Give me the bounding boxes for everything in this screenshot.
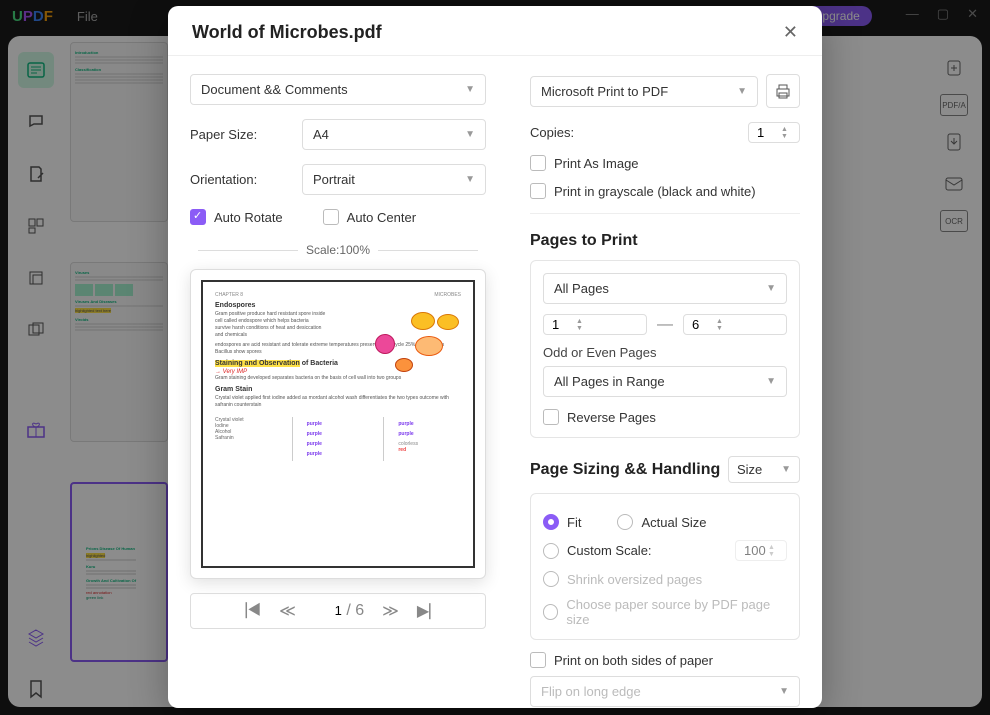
scale-label: Scale:100% [190,243,486,257]
oddeven-select[interactable]: All Pages in Range▼ [543,366,787,397]
copies-input[interactable]: ▲▼ [748,122,800,143]
reverse-checkbox[interactable] [543,409,559,425]
size-mode-select[interactable]: Size▼ [728,456,800,483]
auto-rotate-checkbox[interactable] [190,209,206,225]
page-to-input[interactable]: ▲▼ [683,314,787,335]
page-preview: CHAPTER 8MICROBES Endospores Gram positi… [190,269,486,579]
page-from-input[interactable]: ▲▼ [543,314,647,335]
close-icon[interactable]: ✕ [783,22,798,43]
paper-size-select[interactable]: A4▼ [302,119,486,150]
pages-select[interactable]: All Pages▼ [543,273,787,304]
grayscale-checkbox[interactable] [530,183,546,199]
print-what-select[interactable]: Document && Comments▼ [190,74,486,105]
pager: ⎹◀ ≪ / 6 ≫ ▶⎸ [190,593,486,629]
dialog-title: World of Microbes.pdf [192,22,382,43]
flip-select: Flip on long edge▼ [530,676,800,707]
prev-page-icon[interactable]: ≪ [279,601,296,621]
choose-source-radio [543,604,558,620]
both-sides-checkbox[interactable] [530,652,546,668]
copies-label: Copies: [530,125,630,140]
orientation-select[interactable]: Portrait▼ [302,164,486,195]
custom-scale-input[interactable]: ▲▼ [735,540,787,561]
pages-section-title: Pages to Print [530,232,800,250]
printer-properties-icon[interactable] [766,74,800,108]
actual-size-radio[interactable] [617,514,633,530]
sizing-section-title: Page Sizing && Handling [530,461,720,479]
last-page-icon[interactable]: ▶⎸ [417,601,445,621]
paper-size-label: Paper Size: [190,127,290,142]
page-input[interactable] [314,603,342,618]
first-page-icon[interactable]: ⎹◀ [231,602,261,620]
fit-radio[interactable] [543,514,559,530]
next-page-icon[interactable]: ≫ [382,601,399,621]
auto-center-checkbox[interactable] [323,209,339,225]
print-dialog: World of Microbes.pdf ✕ Document && Comm… [168,6,822,708]
oddeven-label: Odd or Even Pages [543,345,787,360]
shrink-radio [543,571,559,587]
printer-select[interactable]: Microsoft Print to PDF▼ [530,76,758,107]
custom-scale-radio[interactable] [543,543,559,559]
orientation-label: Orientation: [190,172,290,187]
print-as-image-checkbox[interactable] [530,155,546,171]
